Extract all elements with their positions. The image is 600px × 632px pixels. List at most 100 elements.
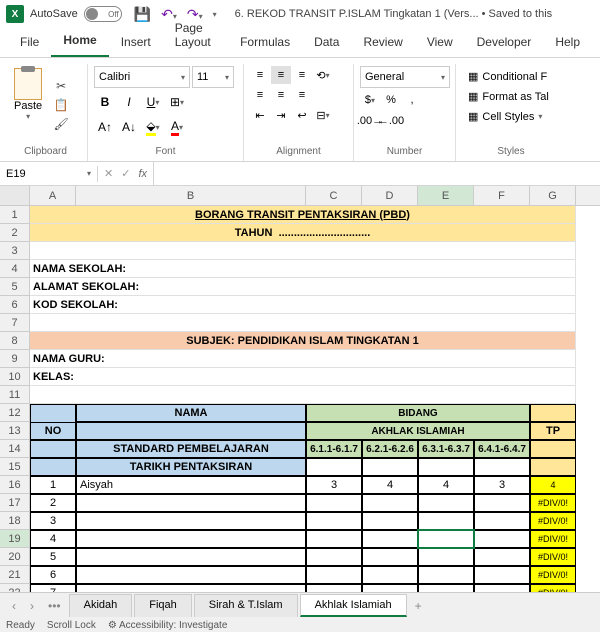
col-header-D[interactable]: D <box>362 186 418 205</box>
table-row-tp[interactable]: #DIV/0! <box>530 530 576 548</box>
row-header-16[interactable]: 16 <box>0 476 30 494</box>
table-row-tp[interactable]: #DIV/0! <box>530 566 576 584</box>
percent-button[interactable]: % <box>381 91 401 109</box>
italic-button[interactable]: I <box>118 91 140 113</box>
title-cell[interactable]: BORANG TRANSIT PENTAKSIRAN (PBD) <box>30 206 576 224</box>
table-row-v3[interactable] <box>418 512 474 530</box>
row-header-6[interactable]: 6 <box>0 296 30 314</box>
row-header-21[interactable]: 21 <box>0 566 30 584</box>
menu-formulas[interactable]: Formulas <box>228 29 302 57</box>
orientation-button[interactable]: ⟲▾ <box>313 66 333 84</box>
th-standard[interactable]: STANDARD PEMBELAJARAN <box>76 440 306 458</box>
table-row-v1[interactable] <box>306 566 362 584</box>
table-row-no[interactable]: 3 <box>30 512 76 530</box>
bold-button[interactable]: B <box>94 91 116 113</box>
th-no-2[interactable]: NO <box>30 422 76 440</box>
decrease-decimal-button[interactable]: ←.00 <box>381 112 401 130</box>
table-row-v3[interactable]: 4 <box>418 476 474 494</box>
table-row-v4[interactable] <box>474 548 530 566</box>
sheet-tab-sirah-t-islam[interactable]: Sirah & T.Islam <box>194 594 298 617</box>
sheet-tab-akidah[interactable]: Akidah <box>69 594 133 617</box>
kod-sekolah-cell[interactable]: KOD SEKOLAH: <box>30 296 576 314</box>
align-left-button[interactable]: ≡ <box>250 86 270 104</box>
table-row-v2[interactable] <box>362 566 418 584</box>
row-header-11[interactable]: 11 <box>0 386 30 404</box>
th-no-3[interactable] <box>30 440 76 458</box>
alamat-sekolah-cell[interactable]: ALAMAT SEKOLAH: <box>30 278 576 296</box>
col-header-C[interactable]: C <box>306 186 362 205</box>
table-row-nama[interactable] <box>76 530 306 548</box>
col-header-E[interactable]: E <box>418 186 474 205</box>
table-row-v2[interactable] <box>362 530 418 548</box>
col-header-B[interactable]: B <box>76 186 306 205</box>
table-row-v1[interactable]: 3 <box>306 476 362 494</box>
shrink-font-button[interactable]: A↓ <box>118 116 140 138</box>
fill-color-button[interactable]: ⬙▾ <box>142 116 164 138</box>
th-col-3[interactable]: 6.3.1-6.3.7 <box>418 440 474 458</box>
status-accessibility[interactable]: ⚙ Accessibility: Investigate <box>108 620 228 631</box>
fx-icon[interactable]: fx <box>138 168 147 180</box>
increase-indent-button[interactable]: ⇥ <box>271 106 291 124</box>
number-format-select[interactable]: General▾ <box>360 66 450 88</box>
th-tarikh[interactable]: TARIKH PENTAKSIRAN <box>76 458 306 476</box>
cut-button[interactable]: ✂ <box>52 78 70 94</box>
th-blank-d[interactable] <box>362 458 418 476</box>
table-row-nama[interactable] <box>76 512 306 530</box>
align-top-button[interactable]: ≡ <box>250 66 270 84</box>
th-blank-c[interactable] <box>306 458 362 476</box>
table-row-no[interactable]: 5 <box>30 548 76 566</box>
tahun-cell[interactable]: TAHUN .............................. <box>30 224 576 242</box>
kelas-cell[interactable]: KELAS: <box>30 368 576 386</box>
row-header-9[interactable]: 9 <box>0 350 30 368</box>
format-as-table-button[interactable]: ▦Format as Tal <box>464 88 558 105</box>
th-col-4[interactable]: 6.4.1-6.4.7 <box>474 440 530 458</box>
sheet-tab-fiqah[interactable]: Fiqah <box>134 594 192 617</box>
table-row-no[interactable]: 6 <box>30 566 76 584</box>
table-row-tp[interactable]: #DIV/0! <box>530 512 576 530</box>
table-row-v3[interactable] <box>418 548 474 566</box>
subjek-cell[interactable]: SUBJEK: PENDIDIKAN ISLAM TINGKATAN 1 <box>30 332 576 350</box>
row-header-4[interactable]: 4 <box>0 260 30 278</box>
table-row-nama[interactable] <box>76 566 306 584</box>
th-akhlak[interactable]: AKHLAK ISLAMIAH <box>306 422 530 440</box>
table-row-nama[interactable] <box>76 494 306 512</box>
accounting-button[interactable]: $▾ <box>360 91 380 109</box>
menu-page-layout[interactable]: Page Layout <box>163 15 228 57</box>
row-header-10[interactable]: 10 <box>0 368 30 386</box>
align-right-button[interactable]: ≡ <box>292 86 312 104</box>
table-row-v1[interactable] <box>306 494 362 512</box>
formula-accept-icon[interactable]: ✓ <box>121 167 130 180</box>
table-row-v4[interactable] <box>474 512 530 530</box>
sheet-tab-akhlak-islamiah[interactable]: Akhlak Islamiah <box>300 594 407 617</box>
row-header-19[interactable]: 19 <box>0 530 30 548</box>
save-icon[interactable]: 💾 <box>134 6 151 23</box>
align-bottom-button[interactable]: ≡ <box>292 66 312 84</box>
font-color-button[interactable]: A▾ <box>166 116 188 138</box>
table-row-v4[interactable] <box>474 494 530 512</box>
table-row-nama[interactable]: Aisyah <box>76 476 306 494</box>
th-col-2[interactable]: 6.2.1-6.2.6 <box>362 440 418 458</box>
menu-data[interactable]: Data <box>302 29 351 57</box>
table-row-nama[interactable] <box>76 548 306 566</box>
tab-prev-button[interactable]: ‹ <box>6 597 22 615</box>
row-header-5[interactable]: 5 <box>0 278 30 296</box>
menu-view[interactable]: View <box>415 29 465 57</box>
row-header-1[interactable]: 1 <box>0 206 30 224</box>
th-no-4[interactable] <box>30 458 76 476</box>
th-bidang[interactable]: BIDANG <box>306 404 530 422</box>
th-blank-e[interactable] <box>418 458 474 476</box>
paste-button[interactable]: Paste ▾ <box>10 66 46 144</box>
copy-button[interactable]: 📋 <box>52 97 70 113</box>
merge-button[interactable]: ⊟▾ <box>313 106 333 124</box>
row-header-14[interactable]: 14 <box>0 440 30 458</box>
menu-review[interactable]: Review <box>351 29 414 57</box>
menu-file[interactable]: File <box>8 29 51 57</box>
table-row-no[interactable]: 4 <box>30 530 76 548</box>
align-center-button[interactable]: ≡ <box>271 86 291 104</box>
row-header-20[interactable]: 20 <box>0 548 30 566</box>
col-header-A[interactable]: A <box>30 186 76 205</box>
table-row-tp[interactable]: 4 <box>530 476 576 494</box>
col-header-F[interactable]: F <box>474 186 530 205</box>
table-row-v3[interactable] <box>418 566 474 584</box>
menu-developer[interactable]: Developer <box>465 29 544 57</box>
